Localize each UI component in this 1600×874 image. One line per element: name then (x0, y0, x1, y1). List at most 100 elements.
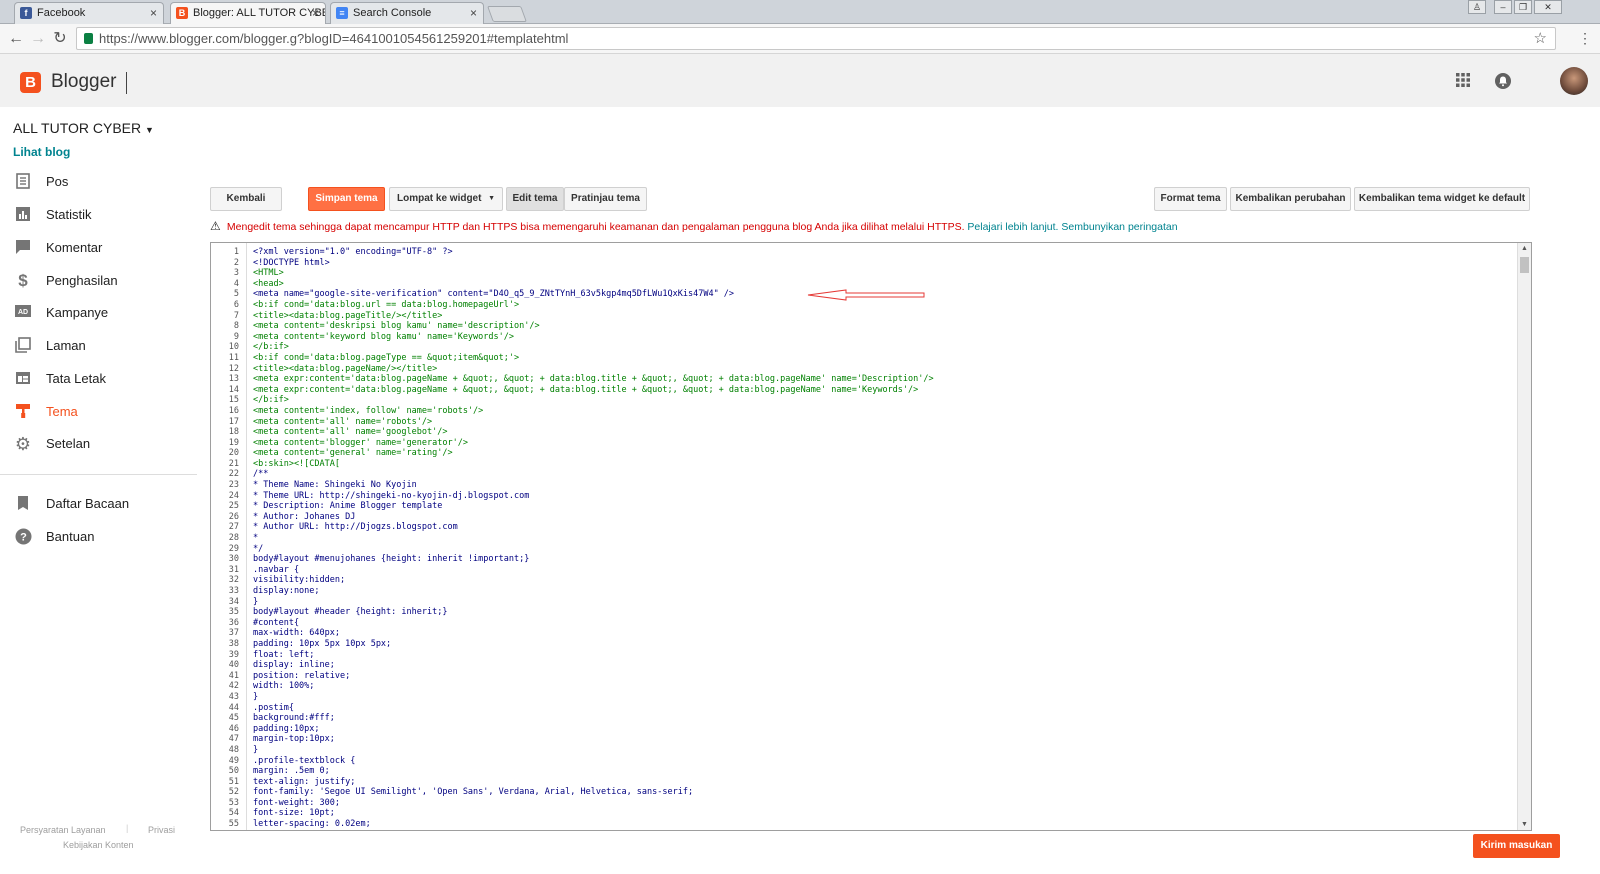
save-theme-button[interactable]: Simpan tema (308, 187, 385, 211)
code-line[interactable]: 51 text-align: justify; (211, 777, 1517, 788)
hide-warning-link[interactable]: Sembunyikan peringatan (1061, 221, 1177, 233)
profile-icon[interactable]: ♙ (1468, 0, 1486, 14)
notifications-icon[interactable] (1494, 72, 1512, 95)
code-line[interactable]: 39 float: left; (211, 650, 1517, 661)
code-line[interactable]: 23 * Theme Name: Shingeki No Kyojin (211, 480, 1517, 491)
sidebar-item-settings[interactable]: ⚙ Setelan (0, 429, 200, 459)
sidebar-item-help[interactable]: ? Bantuan (0, 522, 200, 552)
code-line[interactable]: 37 max-width: 640px; (211, 628, 1517, 639)
bookmark-star-icon[interactable]: ☆ (1534, 28, 1547, 49)
sidebar-item-posts[interactable]: Pos (0, 167, 200, 197)
close-window-icon[interactable]: ✕ (1534, 0, 1562, 14)
code-line[interactable]: 26 * Author: Johanes DJ (211, 512, 1517, 523)
url-input[interactable]: https://www.blogger.com/blogger.g?blogID… (76, 27, 1556, 50)
scroll-down-icon[interactable]: ▼ (1521, 821, 1528, 828)
back-icon[interactable]: ← (6, 29, 26, 49)
content-policy-link[interactable]: Kebijakan Konten (63, 840, 134, 850)
avatar[interactable] (1560, 67, 1588, 95)
close-icon[interactable]: × (470, 3, 477, 23)
code-line[interactable]: 42 width: 100%; (211, 681, 1517, 692)
code-line[interactable]: 48} (211, 745, 1517, 756)
code-line[interactable]: 40 display: inline; (211, 660, 1517, 671)
terms-link[interactable]: Persyaratan Layanan (20, 825, 106, 835)
code-line[interactable]: 17 <meta content='all' name='robots'/> (211, 417, 1517, 428)
code-line[interactable]: 45 background:#fff; (211, 713, 1517, 724)
theme-html-editor[interactable]: 1 <?xml version="1.0" encoding="UTF-8" ?>… (210, 242, 1532, 831)
minimize-icon[interactable]: – (1494, 0, 1512, 14)
code-line[interactable]: 3 <HTML> (211, 268, 1517, 279)
code-line[interactable]: 41 position: relative; (211, 671, 1517, 682)
code-line[interactable]: 24 * Theme URL: http://shingeki-no-kyojin… (211, 491, 1517, 502)
code-line[interactable]: 33 display:none; (211, 586, 1517, 597)
scroll-up-icon[interactable]: ▲ (1521, 245, 1528, 252)
reload-icon[interactable]: ↻ (50, 29, 70, 49)
revert-widget-templates-button[interactable]: Kembalikan tema widget ke default (1354, 187, 1530, 211)
sidebar-item-layout[interactable]: Tata Letak (0, 364, 200, 394)
code-line[interactable]: 13 <meta expr:content='data:blog.pageName… (211, 374, 1517, 385)
code-line[interactable]: 28 * (211, 533, 1517, 544)
view-blog-link[interactable]: Lihat blog (13, 145, 70, 159)
code-line[interactable]: 7 <title><data:blog.pageTitle/></title> (211, 311, 1517, 322)
tab-facebook[interactable]: f Facebook × (14, 2, 164, 24)
code-line[interactable]: 27 * Author URL: http://Djogzs.blogspot.c… (211, 522, 1517, 533)
sidebar-item-stats[interactable]: Statistik (0, 200, 200, 230)
code-line[interactable]: 25 * Description: Anime Blogger template (211, 501, 1517, 512)
code-line[interactable]: 21 <b:skin><![CDATA[ (211, 459, 1517, 470)
code-line[interactable]: 9 <meta content='keyword blog kamu' name=… (211, 332, 1517, 343)
restore-icon[interactable]: ❐ (1514, 0, 1532, 14)
code-line[interactable]: 18 <meta content='all' name='googlebot'/> (211, 427, 1517, 438)
code-line[interactable]: 15 </b:if> (211, 395, 1517, 406)
code-line[interactable]: 43} (211, 692, 1517, 703)
code-line[interactable]: 8 <meta content='deskripsi blog kamu' nam… (211, 321, 1517, 332)
code-line[interactable]: 1 <?xml version="1.0" encoding="UTF-8" ?> (211, 247, 1517, 258)
code-line[interactable]: 36 #content{ (211, 618, 1517, 629)
code-line[interactable]: 44 .postim{ (211, 703, 1517, 714)
send-feedback-button[interactable]: Kirim masukan (1473, 834, 1560, 858)
browser-menu-icon[interactable]: ⋮ (1578, 30, 1592, 47)
code-line[interactable]: 49 .profile-textblock { (211, 756, 1517, 767)
code-line[interactable]: 46 padding:10px; (211, 724, 1517, 735)
code-line[interactable]: 30 body#layout #menujohanes {height: inhe… (211, 554, 1517, 565)
scrollbar-thumb[interactable] (1520, 257, 1529, 273)
code-line[interactable]: 54 font-size: 10pt; (211, 808, 1517, 819)
code-line[interactable]: 12 <title><data:blog.pageName/></title> (211, 364, 1517, 375)
learn-more-link[interactable]: Pelajari lebih lanjut. (967, 221, 1058, 233)
format-theme-button[interactable]: Format tema (1154, 187, 1227, 211)
code-line[interactable]: 35 body#layout #header {height: inherit;} (211, 607, 1517, 618)
code-line[interactable]: 47 margin-top:10px; (211, 734, 1517, 745)
close-icon[interactable]: × (150, 3, 157, 23)
sidebar-item-theme[interactable]: Tema (0, 397, 200, 427)
revert-changes-button[interactable]: Kembalikan perubahan (1230, 187, 1351, 211)
privacy-link[interactable]: Privasi (148, 825, 175, 835)
close-icon[interactable]: × (312, 3, 319, 23)
code-line[interactable]: 31 .navbar { (211, 565, 1517, 576)
forward-icon[interactable]: → (28, 29, 48, 49)
code-line[interactable]: 11 <b:if cond='data:blog.pageType == &quo… (211, 353, 1517, 364)
new-tab-button[interactable] (487, 6, 527, 22)
sidebar-item-campaigns[interactable]: AD Kampanye (0, 298, 200, 328)
brand-name[interactable]: Blogger (51, 71, 117, 93)
code-line[interactable]: 10 </b:if> (211, 342, 1517, 353)
code-line[interactable]: 55 letter-spacing: 0.02em; (211, 819, 1517, 830)
code-line[interactable]: 32 visibility:hidden; (211, 575, 1517, 586)
tab-search-console[interactable]: ≡ Search Console × (330, 2, 484, 24)
code-line[interactable]: 53 font-weight: 300; (211, 798, 1517, 809)
blogger-logo-icon[interactable]: B (20, 72, 41, 93)
edit-theme-button[interactable]: Edit tema (506, 187, 564, 211)
blog-selector[interactable]: ALL TUTOR CYBER ▼ (13, 120, 154, 136)
code-line[interactable]: 19 <meta content='blogger' name='generato… (211, 438, 1517, 449)
sidebar-item-earnings[interactable]: $ Penghasilan (0, 266, 200, 296)
jump-to-widget-dropdown[interactable]: Lompat ke widget ▼ (389, 187, 503, 211)
preview-theme-button[interactable]: Pratinjau tema (564, 187, 647, 211)
code-line[interactable]: 20 <meta content='general' name='rating'/… (211, 448, 1517, 459)
code-line[interactable]: 52 font-family: 'Segoe UI Semilight', 'Op… (211, 787, 1517, 798)
sidebar-item-reading-list[interactable]: Daftar Bacaan (0, 489, 200, 519)
sidebar-item-pages[interactable]: Laman (0, 331, 200, 361)
code-line[interactable]: 34} (211, 597, 1517, 608)
code-line[interactable]: 16 <meta content='index, follow' name='ro… (211, 406, 1517, 417)
code-line[interactable]: 29 */ (211, 544, 1517, 555)
code-line[interactable]: 38 padding: 10px 5px 10px 5px; (211, 639, 1517, 650)
sidebar-item-comments[interactable]: Komentar (0, 233, 200, 263)
apps-grid-icon[interactable] (1455, 72, 1471, 93)
code-line[interactable]: 14 <meta expr:content='data:blog.pageName… (211, 385, 1517, 396)
